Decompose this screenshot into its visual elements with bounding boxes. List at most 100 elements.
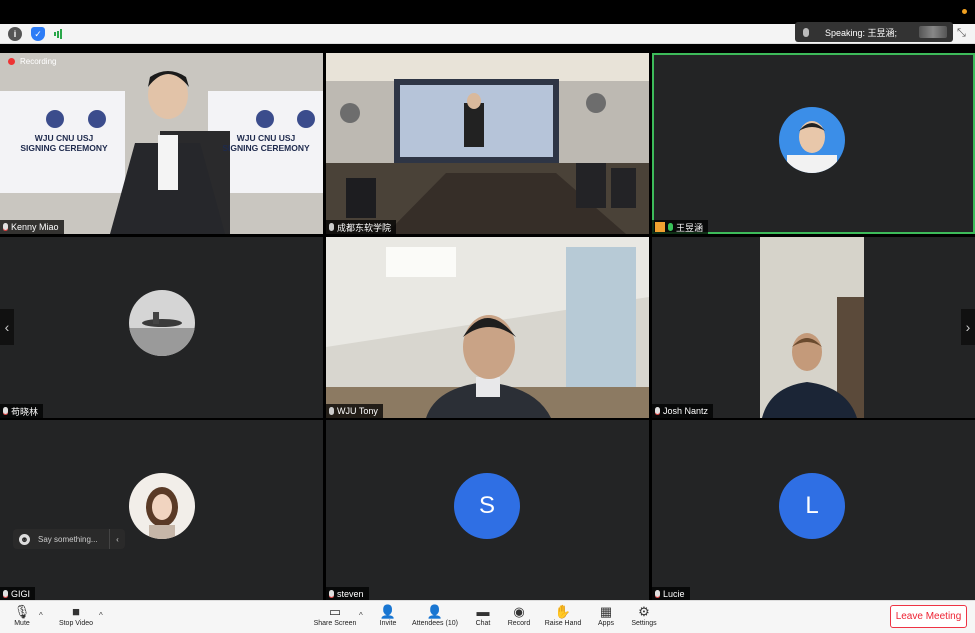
attendees-button[interactable]: 👤 Attendees (10) [411, 603, 459, 633]
emoji-icon[interactable]: ☻ [19, 533, 30, 545]
invite-button[interactable]: 👤 Invite [376, 603, 400, 633]
mic-muted-icon [329, 590, 334, 598]
share-screen-button[interactable]: ▭ Share Screen [312, 603, 358, 633]
avatar-photo [129, 290, 195, 356]
share-screen-label: Share Screen [313, 620, 357, 627]
avatar [779, 107, 845, 173]
video-camera-icon: ■ [72, 604, 80, 619]
avatar: L [779, 473, 845, 539]
video-feed [326, 237, 649, 418]
speaking-indicator: Speaking: 王昱涵; [795, 22, 953, 42]
next-page-arrow[interactable]: › [961, 309, 975, 345]
apps-button[interactable]: ▦ Apps [596, 603, 616, 633]
leave-meeting-button[interactable]: Leave Meeting [890, 605, 967, 628]
settings-label: Settings [631, 620, 657, 627]
participant-name: 成都东软学院 [337, 222, 392, 233]
participant-name: Kenny Miao [11, 222, 59, 232]
video-feed [652, 237, 975, 418]
avatar [129, 473, 195, 539]
slide-text-right: WJU CNU USJ SIGNING CEREMONY [210, 133, 322, 153]
title-bar [0, 0, 975, 24]
prev-page-arrow[interactable]: ‹ [0, 309, 14, 345]
video-tile-steven[interactable]: S steven [326, 420, 649, 601]
video-tile-room[interactable]: 成都东软学院 [326, 53, 649, 234]
mute-button[interactable]: 🎙 Mute [8, 603, 36, 633]
invite-icon: 👤 [379, 604, 397, 619]
quick-chat-input[interactable]: ☻ Say something... ‹ [13, 529, 125, 549]
participant-name: GIGI [11, 589, 31, 599]
mic-icon [329, 407, 334, 415]
record-button[interactable]: ◉ Record [506, 603, 532, 633]
video-feed [326, 53, 649, 234]
info-icon[interactable]: i [8, 27, 22, 41]
participant-name: Lucie [663, 589, 685, 599]
chevron-left-icon[interactable]: ‹ [109, 529, 125, 549]
video-tile-wju-tony[interactable]: WJU Tony [326, 237, 649, 418]
slide-line-2: SIGNING CEREMONY [20, 143, 108, 153]
exit-fullscreen-icon[interactable]: ⤡ [957, 27, 969, 39]
chat-placeholder: Say something... [38, 534, 98, 544]
participant-name: 苟晓林 [11, 406, 39, 417]
video-tile-gigi[interactable]: GIGI [0, 420, 323, 601]
apps-icon: ▦ [599, 604, 613, 619]
stop-video-button[interactable]: ■ Stop Video [56, 603, 96, 633]
video-options-caret[interactable]: ^ [99, 611, 103, 620]
participant-name-tag: WJU Tony [326, 404, 383, 418]
hand-icon: ✋ [554, 604, 572, 619]
raise-hand-button[interactable]: ✋ Raise Hand [544, 603, 582, 633]
speaker-thumbnail [919, 26, 947, 38]
recording-label: Recording [20, 57, 57, 66]
host-icon [655, 222, 665, 232]
video-tile-lucie[interactable]: L Lucie [652, 420, 975, 601]
participant-name: steven [337, 589, 364, 599]
participant-name-tag: steven [326, 587, 369, 601]
participant-name-tag: Kenny Miao [0, 220, 64, 234]
meeting-toolbar: 🎙 Mute ^ ■ Stop Video ^ ▭ Share Screen ^ 👤 I… [0, 600, 975, 633]
video-tile-kenny-miao[interactable]: Recording WJU CNU USJ SIGNING CEREMONY W… [0, 53, 323, 234]
avatar: S [454, 473, 520, 539]
attendees-icon: 👤 [426, 604, 444, 619]
microphone-icon: 🎙 [13, 604, 31, 619]
participant-name: WJU Tony [337, 406, 378, 416]
avatar-photo [779, 107, 845, 173]
participant-name: 王昱涵 [676, 222, 704, 233]
apps-label: Apps [598, 620, 614, 627]
slide-line-1: WJU CNU USJ [34, 133, 94, 143]
mic-muted-icon [3, 590, 8, 598]
mute-label: Mute [14, 620, 30, 627]
gear-icon: ⚙ [638, 604, 650, 619]
mic-muted-icon [655, 407, 660, 415]
chat-icon: ▬ [476, 604, 490, 619]
participant-name-tag: 王昱涵 [652, 220, 709, 234]
record-label: Record [507, 620, 531, 627]
avatar [129, 290, 195, 356]
signal-icon[interactable] [51, 27, 65, 41]
settings-button[interactable]: ⚙ Settings [630, 603, 658, 633]
video-tile-josh-nantz[interactable]: Josh Nantz [652, 237, 975, 418]
shield-icon[interactable]: ✓ [31, 27, 45, 41]
record-dot-icon [8, 58, 15, 65]
slide-line-1: WJU CNU USJ [236, 133, 296, 143]
participant-name-tag: GIGI [0, 587, 36, 601]
audio-options-caret[interactable]: ^ [39, 611, 43, 620]
video-tile-active-speaker[interactable]: 王昱涵 [652, 53, 975, 234]
mic-active-icon [668, 223, 673, 231]
attendees-label: Attendees (10) [412, 620, 458, 627]
participant-name-tag: 苟晓林 [0, 404, 44, 418]
participant-name: Josh Nantz [663, 406, 709, 416]
stop-video-label: Stop Video [58, 620, 94, 627]
participant-name-tag: 成都东软学院 [326, 220, 397, 234]
video-grid: Recording WJU CNU USJ SIGNING CEREMONY W… [0, 53, 975, 601]
mic-icon [329, 223, 334, 231]
video-tile-gou-xiaolin[interactable]: 苟晓林 [0, 237, 323, 418]
invite-label: Invite [379, 620, 397, 627]
participant-name-tag: Josh Nantz [652, 404, 714, 418]
chat-label: Chat [475, 620, 491, 627]
slide-text-left: WJU CNU USJ SIGNING CEREMONY [4, 133, 124, 153]
mic-icon [803, 27, 809, 37]
mic-muted-icon [3, 407, 8, 415]
raise-hand-label: Raise Hand [544, 620, 582, 627]
chat-button[interactable]: ▬ Chat [472, 603, 494, 633]
share-options-caret[interactable]: ^ [359, 611, 363, 620]
record-icon: ◉ [513, 604, 525, 619]
